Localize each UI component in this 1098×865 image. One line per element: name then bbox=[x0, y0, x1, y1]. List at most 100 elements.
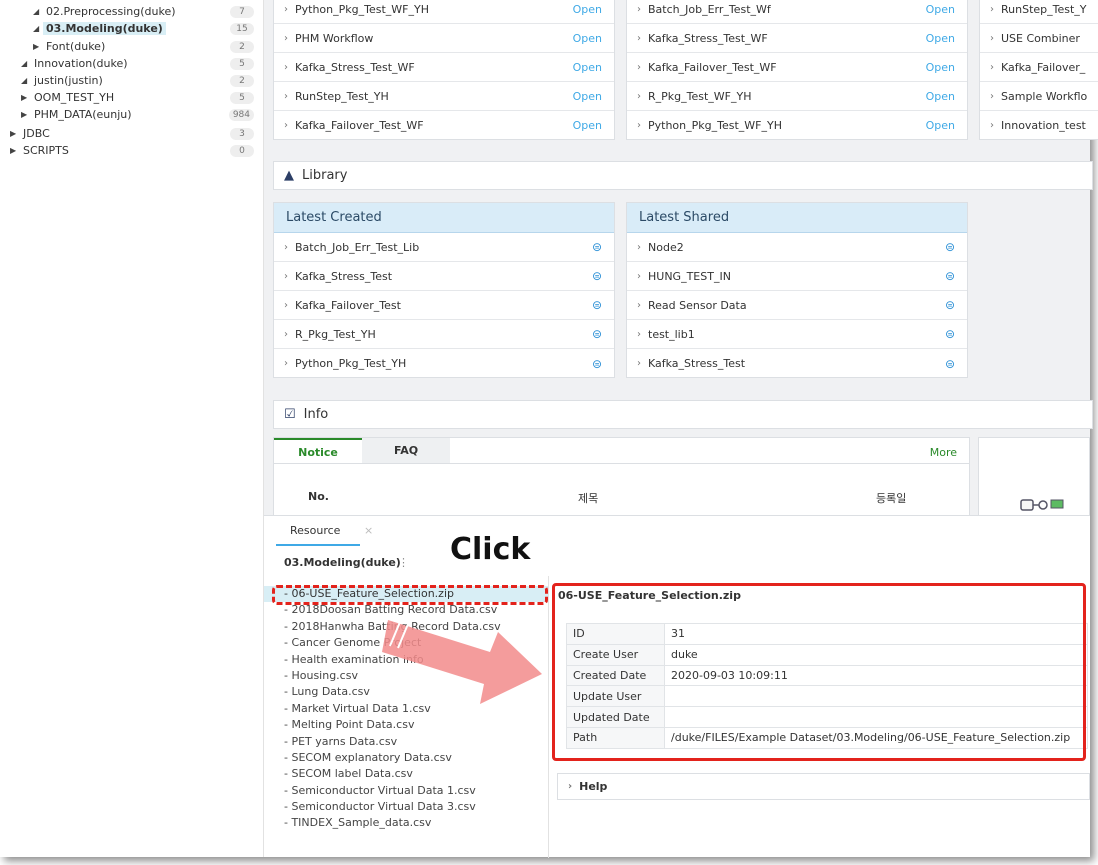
expand-arrow-icon[interactable]: ▶ bbox=[21, 93, 31, 102]
tree-item[interactable]: ▶ JDBC 3 bbox=[0, 125, 262, 142]
workflow-name: Batch_Job_Err_Test_Wf bbox=[648, 2, 771, 16]
chevron-right-icon: › bbox=[284, 90, 288, 102]
workflow-item[interactable]: › RunStep_Test_Y bbox=[980, 0, 1098, 24]
workflow-name: Kafka_Failover_Test_WF bbox=[295, 119, 424, 132]
workflow-item[interactable]: › RunStep_Test_YH Open bbox=[274, 82, 614, 111]
collapse-arrow-icon[interactable]: ◢ bbox=[21, 59, 31, 68]
tab-resource[interactable]: Resource bbox=[276, 522, 360, 546]
share-link-icon[interactable]: ⊜ bbox=[592, 269, 602, 283]
library-item[interactable]: › HUNG_TEST_IN ⊜ bbox=[627, 262, 967, 291]
open-link[interactable]: Open bbox=[926, 3, 955, 16]
column-date: 등록일 bbox=[876, 492, 907, 505]
open-link[interactable]: Open bbox=[926, 61, 955, 74]
open-link[interactable]: Open bbox=[573, 32, 602, 45]
share-link-icon[interactable]: ⊜ bbox=[945, 298, 955, 312]
open-link[interactable]: Open bbox=[926, 90, 955, 103]
help-label: Help bbox=[579, 780, 608, 793]
workflow-item[interactable]: › Innovation_test bbox=[980, 111, 1098, 140]
expand-arrow-icon[interactable]: ▶ bbox=[33, 42, 43, 51]
open-link[interactable]: Open bbox=[926, 119, 955, 132]
workflow-item[interactable]: › Batch_Job_Err_Test_Wf Open bbox=[627, 0, 967, 24]
workflow-item[interactable]: › Kafka_Failover_Test_WF Open bbox=[274, 111, 614, 140]
library-item[interactable]: › Kafka_Stress_Test ⊜ bbox=[274, 262, 614, 291]
library-item[interactable]: › Python_Pkg_Test_YH ⊜ bbox=[274, 349, 614, 378]
chevron-right-icon: › bbox=[637, 328, 641, 340]
file-list-item[interactable]: - Semiconductor Virtual Data 1.csv bbox=[264, 783, 548, 799]
open-link[interactable]: Open bbox=[573, 119, 602, 132]
chevron-right-icon: › bbox=[990, 120, 994, 131]
workflow-name: RunStep_Test_YH bbox=[295, 89, 389, 103]
expand-arrow-icon[interactable]: ▶ bbox=[10, 129, 20, 138]
tree-item[interactable]: ▶ OOM_TEST_YH 5 bbox=[0, 89, 262, 106]
share-link-icon[interactable]: ⊜ bbox=[592, 298, 602, 312]
workflow-item[interactable]: › Kafka_Failover_ bbox=[980, 53, 1098, 82]
share-link-icon[interactable]: ⊜ bbox=[945, 240, 955, 254]
workflow-name: Python_Pkg_Test_WF_YH bbox=[295, 2, 429, 16]
file-list-item[interactable]: - Melting Point Data.csv bbox=[264, 717, 548, 733]
tree-item[interactable]: ▶ Font(duke) 2 bbox=[0, 38, 262, 55]
workflow-name: USE Combiner bbox=[1001, 31, 1080, 45]
library-item-name: Read Sensor Data bbox=[648, 298, 747, 312]
open-link[interactable]: Open bbox=[573, 90, 602, 103]
tab-notice[interactable]: Notice bbox=[274, 438, 362, 463]
library-item[interactable]: › Node2 ⊜ bbox=[627, 233, 967, 262]
workflow-name: Python_Pkg_Test_WF_YH bbox=[648, 119, 782, 132]
workflow-item[interactable]: › Kafka_Stress_Test_WF Open bbox=[627, 24, 967, 53]
library-item[interactable]: › R_Pkg_Test_YH ⊜ bbox=[274, 320, 614, 349]
library-item[interactable]: › test_lib1 ⊜ bbox=[627, 320, 967, 349]
file-list-item[interactable]: - SECOM explanatory Data.csv bbox=[264, 750, 548, 766]
workflow-item[interactable]: › Python_Pkg_Test_WF_YH Open bbox=[274, 0, 614, 24]
help-accordion[interactable]: › Help bbox=[557, 773, 1090, 800]
expand-arrow-icon[interactable]: ▶ bbox=[10, 146, 20, 155]
share-link-icon[interactable]: ⊜ bbox=[592, 327, 602, 341]
chevron-right-icon: › bbox=[568, 781, 573, 792]
share-link-icon[interactable]: ⊜ bbox=[592, 240, 602, 254]
tree-item[interactable]: ◢ 02.Preprocessing(duke) 7 bbox=[0, 3, 262, 20]
workflow-item[interactable]: › PHM Workflow Open bbox=[274, 24, 614, 53]
chevron-right-icon: › bbox=[284, 120, 288, 131]
tab-faq[interactable]: FAQ bbox=[362, 438, 450, 463]
tree-item[interactable]: ◢ Innovation(duke) 5 bbox=[0, 55, 262, 72]
share-link-icon[interactable]: ⊜ bbox=[945, 327, 955, 341]
library-item[interactable]: › Kafka_Failover_Test ⊜ bbox=[274, 291, 614, 320]
workflow-item[interactable]: › Kafka_Failover_Test_WF Open bbox=[627, 53, 967, 82]
tree-item[interactable]: ◢ justin(justin) 2 bbox=[0, 72, 262, 89]
open-link[interactable]: Open bbox=[926, 32, 955, 45]
open-link[interactable]: Open bbox=[573, 61, 602, 74]
share-link-icon[interactable]: ⊜ bbox=[592, 357, 602, 371]
library-item[interactable]: › Kafka_Stress_Test ⊜ bbox=[627, 349, 967, 378]
more-options-icon[interactable]: ⋮ bbox=[398, 556, 409, 569]
file-list-item[interactable]: - TINDEX_Sample_data.csv bbox=[264, 815, 548, 831]
workflow-item[interactable]: › Kafka_Stress_Test_WF Open bbox=[274, 53, 614, 82]
tree-item[interactable]: ▶ SCRIPTS 0 bbox=[0, 142, 262, 159]
open-link[interactable]: Open bbox=[573, 3, 602, 16]
share-link-icon[interactable]: ⊜ bbox=[945, 269, 955, 283]
chevron-right-icon: › bbox=[284, 358, 288, 369]
count-badge: 984 bbox=[228, 108, 254, 121]
chevron-right-icon: › bbox=[637, 61, 641, 73]
workflow-item[interactable]: › Sample Workflo bbox=[980, 82, 1098, 111]
collapse-arrow-icon[interactable]: ◢ bbox=[21, 76, 31, 85]
file-list-item[interactable]: - PET yarns Data.csv bbox=[264, 734, 548, 750]
chevron-right-icon: › bbox=[284, 241, 288, 253]
more-link[interactable]: More bbox=[930, 446, 957, 459]
close-icon[interactable]: × bbox=[364, 524, 373, 537]
library-item-name: Kafka_Failover_Test bbox=[295, 298, 401, 312]
collapse-arrow-icon[interactable]: ◢ bbox=[33, 7, 43, 16]
workflow-item[interactable]: › Python_Pkg_Test_WF_YH Open bbox=[627, 111, 967, 140]
tree-item[interactable]: ◢ 03.Modeling(duke) 15 bbox=[0, 20, 262, 37]
collapse-arrow-icon[interactable]: ◢ bbox=[33, 24, 43, 33]
expand-arrow-icon[interactable]: ▶ bbox=[21, 110, 31, 119]
library-item[interactable]: › Read Sensor Data ⊜ bbox=[627, 291, 967, 320]
library-item[interactable]: › Batch_Job_Err_Test_Lib ⊜ bbox=[274, 233, 614, 262]
chevron-right-icon: › bbox=[990, 3, 994, 15]
tree-item[interactable]: ▶ PHM_DATA(eunju) 984 bbox=[0, 106, 262, 123]
chevron-right-icon: › bbox=[990, 90, 994, 102]
tree-item-label: Font(duke) bbox=[46, 40, 106, 53]
workflow-item[interactable]: › R_Pkg_Test_WF_YH Open bbox=[627, 82, 967, 111]
share-link-icon[interactable]: ⊜ bbox=[945, 357, 955, 371]
count-badge: 2 bbox=[230, 74, 254, 87]
workflow-item[interactable]: › USE Combiner bbox=[980, 24, 1098, 53]
file-list-item[interactable]: - Semiconductor Virtual Data 3.csv bbox=[264, 799, 548, 815]
file-list-item[interactable]: - SECOM label Data.csv bbox=[264, 766, 548, 782]
